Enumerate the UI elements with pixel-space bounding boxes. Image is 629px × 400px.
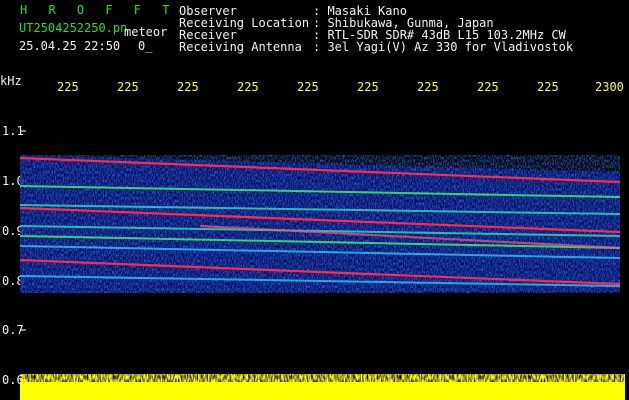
hroft-window: H R O F F T UT2504252250.pn meteor 25.04… bbox=[0, 0, 629, 400]
meteor-strip-texture bbox=[20, 374, 625, 386]
spectrogram bbox=[19, 100, 629, 400]
